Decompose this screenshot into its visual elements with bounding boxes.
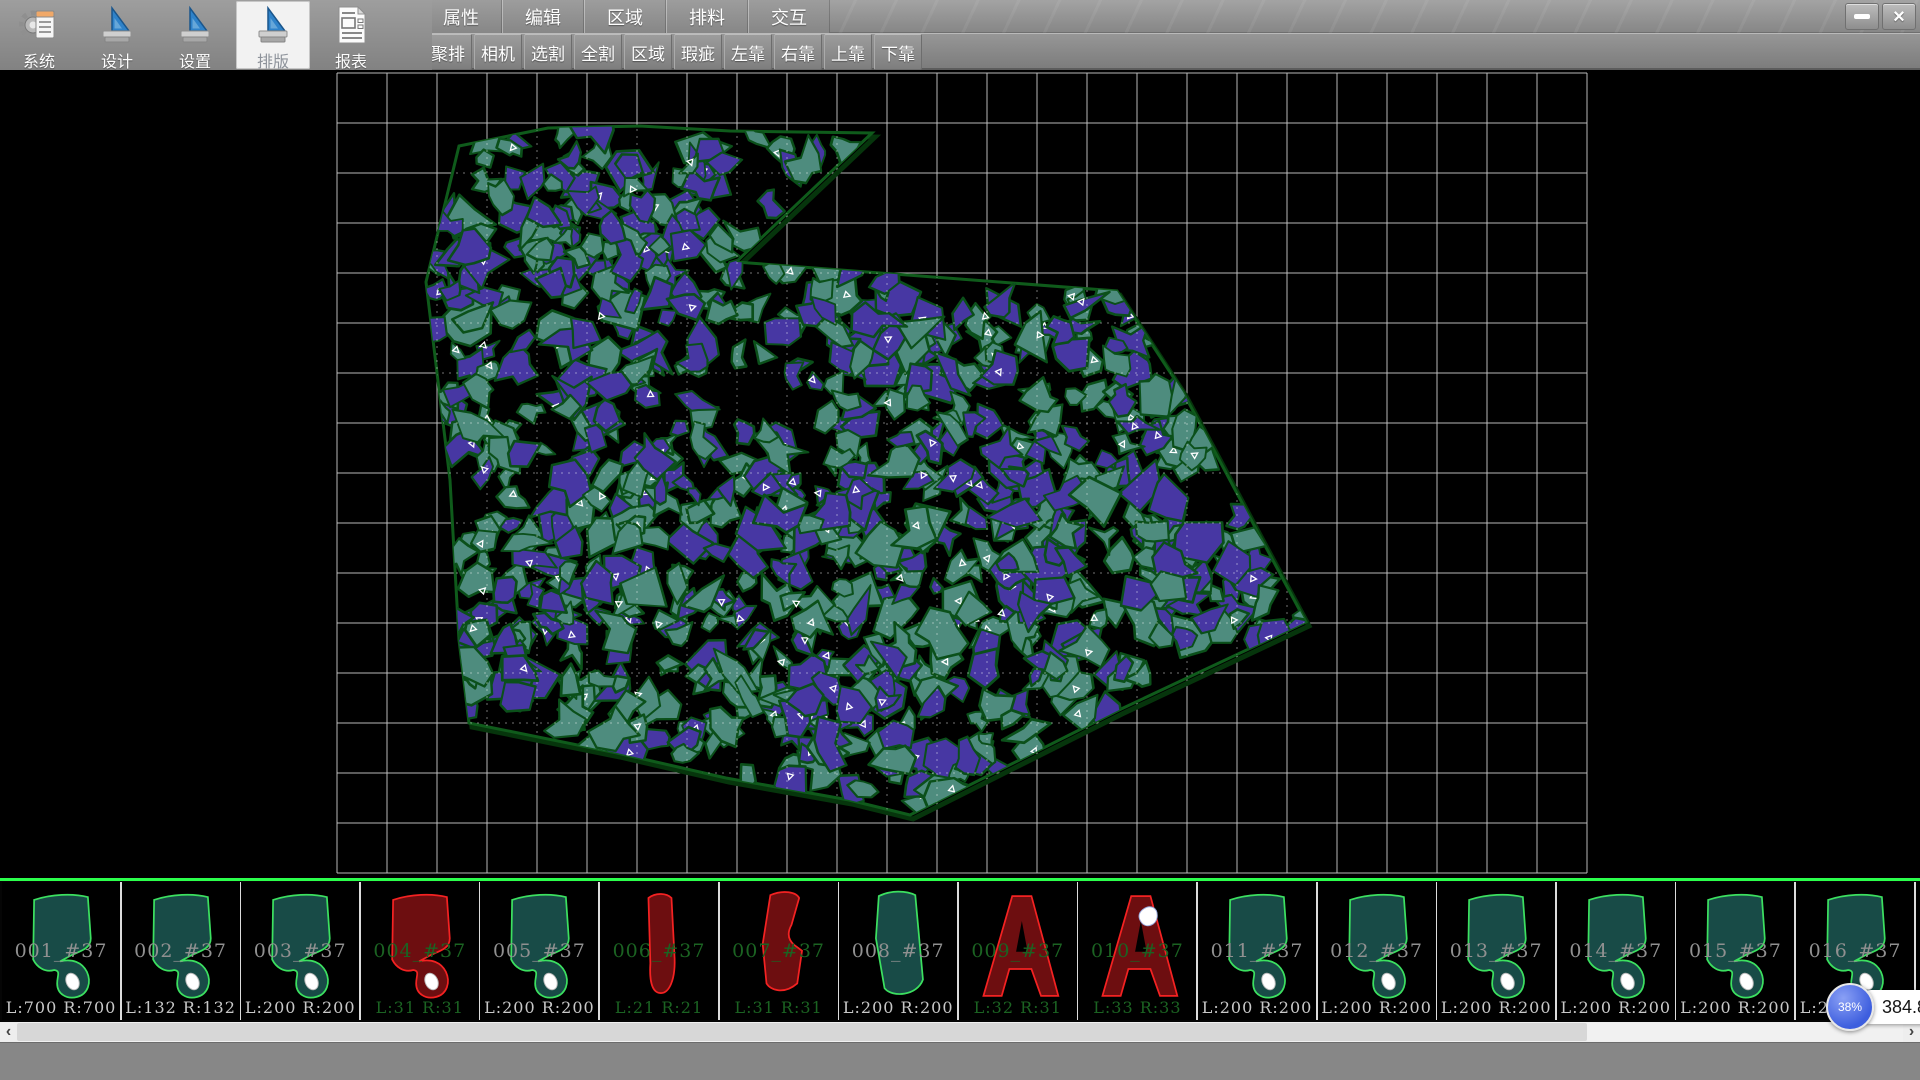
piece-counts-label: L:21 R:21 [600, 998, 718, 1017]
nesting-svg[interactable] [0, 70, 1920, 878]
menu-row-1: 属性编辑区域排料交互 [420, 0, 830, 33]
piece-counts-label: L:32 R:31 [959, 998, 1077, 1017]
main-toolbar-button-5[interactable]: 报表 [314, 1, 388, 69]
progress-circle: 38% [1826, 983, 1874, 1031]
piece-counts-label: L:700 R:700 [2, 998, 120, 1017]
piece-thumbnail-008_#37[interactable]: 008_#37 L:200 R:200 [839, 882, 959, 1020]
piece-id-label: 003_#37 [241, 940, 359, 962]
menu-item-3[interactable]: 区域 [584, 0, 666, 33]
scrollbar-thumb[interactable] [17, 1023, 1587, 1041]
piece-thumbnail-005_#37[interactable]: 005_#37 L:200 R:200 [480, 882, 600, 1020]
piece-counts-label: L:200 R:200 [1318, 998, 1436, 1017]
piece-thumbnail-003_#37[interactable]: 003_#37 L:200 R:200 [241, 882, 361, 1020]
main-toolbar-label: 系统 [23, 48, 55, 72]
piece-id-label: 013_#37 [1437, 940, 1555, 962]
piece-thumbnail-014_#37[interactable]: 014_#37 L:200 R:200 [1557, 882, 1677, 1020]
piece-id-label: 011_#37 [1198, 940, 1316, 962]
piece-id-label: 016_#37 [1796, 940, 1914, 962]
piece-counts-label: L:200 R:200 [839, 998, 957, 1017]
report-doc-icon [331, 4, 371, 46]
piece-thumbnail-013_#37[interactable]: 013_#37 L:200 R:200 [1437, 882, 1557, 1020]
minimize-icon [1854, 14, 1870, 19]
piece-counts-label: L:132 R:132 [122, 998, 240, 1017]
design-ruler-icon [97, 4, 137, 46]
horizontal-scrollbar[interactable]: ‹ › [0, 1022, 1920, 1042]
main-toolbar-label: 报表 [335, 48, 367, 72]
main-toolbar-label: 排版 [257, 48, 289, 72]
application-window: 系统设计设置排版报表 属性编辑区域排料交互 聚排相机选割全割区域瑕疵左靠右靠上靠… [0, 0, 1920, 1080]
menu-item-5[interactable]: 交互 [748, 0, 830, 33]
piece-thumbnail-strip: 001_#37L:700 R:700002_#37L:132 R:132003_… [0, 878, 1920, 1022]
status-badge: 38% 384.8M [1826, 983, 1920, 1031]
piece-thumbnail-011_#37[interactable]: 011_#37 L:200 R:200 [1198, 882, 1318, 1020]
main-toolbar-label: 设计 [101, 48, 133, 72]
piece-id-label: 015_#37 [1676, 940, 1794, 962]
main-toolbar-button-3[interactable]: 设置 [158, 1, 232, 69]
piece-thumbnail-015_#37[interactable]: 015_#37 L:200 R:200 [1676, 882, 1796, 1020]
scroll-left-arrow[interactable]: ‹ [0, 1022, 17, 1042]
nesting-canvas-area[interactable] [0, 70, 1920, 878]
status-bar [0, 1042, 1920, 1080]
close-icon: × [1893, 7, 1905, 27]
piece-thumbnail-004_#37[interactable]: 004_#37 L:31 R:31 [361, 882, 481, 1020]
piece-id-label: 001_#37 [2, 940, 120, 962]
piece-counts-label: L:200 R:200 [1676, 998, 1794, 1017]
piece-id-label: 012_#37 [1318, 940, 1436, 962]
piece-counts-label: L:33 R:33 [1078, 998, 1196, 1017]
piece-thumbnail-006_#37[interactable]: 006_#37 L:21 R:21 [600, 882, 720, 1020]
main-toolbar-button-1[interactable]: 系统 [2, 1, 76, 69]
piece-id-label: 010_#37 [1078, 940, 1196, 962]
layout-ruler-icon [253, 4, 293, 46]
piece-id-label: 006_#37 [600, 940, 718, 962]
system-gear-icon [19, 4, 59, 46]
piece-thumbnail-001_#37[interactable]: 001_#37 L:700 R:700 [2, 882, 122, 1020]
main-toolbar-label: 设置 [179, 48, 211, 72]
piece-id-label: 009_#37 [959, 940, 1077, 962]
tool-button-4[interactable]: 全割 [574, 34, 622, 70]
piece-thumbnail-007_#37[interactable]: 007_#37 L:31 R:31 [720, 882, 840, 1020]
tool-button-2[interactable]: 相机 [474, 34, 522, 70]
menu-item-4[interactable]: 排料 [666, 0, 748, 33]
main-toolbar-button-4[interactable]: 排版 [236, 1, 310, 69]
tool-button-3[interactable]: 选割 [524, 34, 572, 70]
main-toolbar: 系统 设计 设置 排版 报表 [0, 0, 432, 70]
piece-id-label: 002_#37 [122, 940, 240, 962]
piece-counts-label: L:200 R:200 [1557, 998, 1675, 1017]
piece-counts-label: L:200 R:200 [1198, 998, 1316, 1017]
tool-button-9[interactable]: 上靠 [824, 34, 872, 70]
strip-accent-line [0, 878, 1920, 881]
menu-item-2[interactable]: 编辑 [502, 0, 584, 33]
piece-id-label: 007_#37 [720, 940, 838, 962]
menu-row-2: 聚排相机选割全割区域瑕疵左靠右靠上靠下靠 [424, 34, 924, 69]
menu-item-1[interactable]: 属性 [420, 0, 502, 33]
tool-button-5[interactable]: 区域 [624, 34, 672, 70]
piece-counts-label: L:200 R:200 [480, 998, 598, 1017]
main-toolbar-button-2[interactable]: 设计 [80, 1, 154, 69]
minimize-button[interactable] [1845, 3, 1879, 30]
tool-button-7[interactable]: 左靠 [724, 34, 772, 70]
piece-thumbnail-009_#37[interactable]: 009_#37 L:32 R:31 [959, 882, 1079, 1020]
tool-button-8[interactable]: 右靠 [774, 34, 822, 70]
close-button[interactable]: × [1882, 3, 1916, 30]
piece-thumbnail-002_#37[interactable]: 002_#37 L:132 R:132 [122, 882, 242, 1020]
piece-thumbnail-012_#37[interactable]: 012_#37 L:200 R:200 [1318, 882, 1438, 1020]
piece-id-label: 005_#37 [480, 940, 598, 962]
piece-counts-label: L:31 R:31 [361, 998, 479, 1017]
piece-counts-label: L:31 R:31 [720, 998, 838, 1017]
settings-ruler-icon [175, 4, 215, 46]
piece-counts-label: L:200 R:200 [1437, 998, 1555, 1017]
tool-button-6[interactable]: 瑕疵 [674, 34, 722, 70]
piece-id-label: 014_#37 [1557, 940, 1675, 962]
piece-counts-label: L:200 R:200 [241, 998, 359, 1017]
tool-button-10[interactable]: 下靠 [874, 34, 922, 70]
piece-id-label: 017_#37 [1916, 940, 1920, 962]
piece-thumbnail-010_#37[interactable]: 010_#37 L:33 R:33 [1078, 882, 1198, 1020]
window-controls: × [1845, 3, 1916, 30]
piece-id-label: 008_#37 [839, 940, 957, 962]
piece-id-label: 004_#37 [361, 940, 479, 962]
